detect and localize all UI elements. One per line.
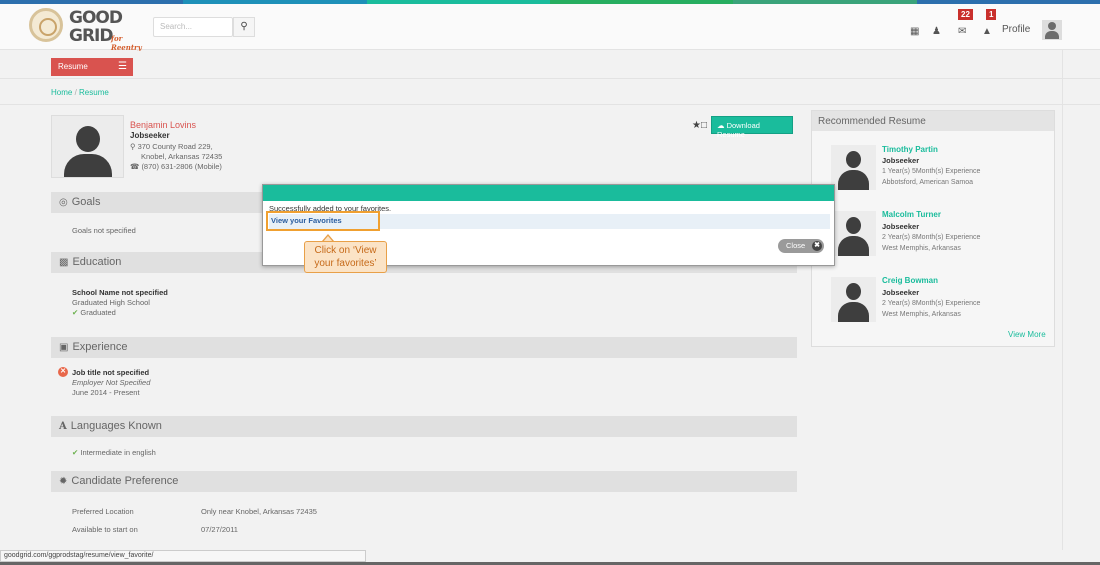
- recommended-experience: 2 Year(s) 8Month(s) Experience: [882, 234, 981, 241]
- preferred-location-value: Only near Knobel, Arkansas 72435: [201, 507, 317, 516]
- favorite-star-icon[interactable]: ★: [692, 120, 701, 131]
- logo-seal-icon: [29, 8, 63, 42]
- recommended-photo[interactable]: [831, 211, 876, 256]
- available-start-label: Available to start on: [72, 525, 138, 534]
- resume-menu-tab[interactable]: Resume ☰: [51, 58, 133, 76]
- check-icon: ✔: [72, 448, 79, 457]
- gear-icon: ✹: [59, 476, 68, 487]
- phone-number: (870) 631-2806 (Mobile): [141, 162, 222, 171]
- preference-title: Candidate Preference: [71, 475, 179, 487]
- view-more-link[interactable]: View More: [1008, 330, 1046, 339]
- groups-icon[interactable]: ♟: [932, 26, 941, 37]
- available-start-value: 07/27/2011: [201, 525, 238, 534]
- candidate-role: Jobseeker: [130, 131, 170, 140]
- phone-icon: ☎: [130, 162, 140, 171]
- recommended-title: Recommended Resume: [812, 111, 1054, 131]
- right-divider: [1062, 50, 1063, 550]
- recommended-name[interactable]: Malcolm Turner: [882, 210, 941, 219]
- breadcrumb-current[interactable]: Resume: [79, 88, 109, 97]
- close-icon: ✖: [812, 241, 822, 251]
- dialog-header: [263, 185, 834, 201]
- experience-details: Job title not specified Employer Not Spe…: [72, 368, 150, 398]
- recommended-role: Jobseeker: [882, 288, 920, 297]
- notifications-badge[interactable]: 1: [986, 9, 997, 20]
- download-resume-button[interactable]: ☁ Download Resume: [711, 116, 793, 139]
- briefcase-icon: ▣: [59, 342, 69, 353]
- language-item: ✔ Intermediate in english: [72, 448, 156, 458]
- recommended-photo[interactable]: [831, 277, 876, 322]
- job-title: Job title not specified: [72, 368, 150, 377]
- search-icon: ⚲: [240, 21, 248, 32]
- document-icon[interactable]: □: [701, 120, 707, 131]
- languages-title: Languages Known: [70, 420, 162, 432]
- tutorial-callout: Click on ‘View your favorites’: [304, 241, 387, 273]
- top-header: GOOD GRID for Reentry Search... ⚲ ▦ ♟ ✉ …: [0, 4, 1100, 52]
- experience-section-header: ▣ Experience: [51, 337, 797, 358]
- map-pin-icon: ⚲: [130, 142, 136, 151]
- education-details: School Name not specified Graduated High…: [72, 288, 168, 318]
- candidate-contact: ⚲ 370 County Road 229, Knobel, Arkansas …: [130, 142, 222, 172]
- recommended-photo[interactable]: [831, 145, 876, 190]
- search-button[interactable]: ⚲: [233, 17, 255, 37]
- profile-link[interactable]: Profile: [1002, 24, 1030, 35]
- recommended-role: Jobseeker: [882, 222, 920, 231]
- goodgrid-logo[interactable]: GOOD GRID for Reentry: [29, 8, 154, 52]
- employer: Employer Not Specified: [72, 378, 151, 387]
- recommended-experience: 1 Year(s) 5Month(s) Experience: [882, 168, 981, 175]
- search-input[interactable]: Search...: [153, 17, 233, 37]
- recommended-location: Abbotsford, American Samoa: [882, 179, 974, 186]
- status-bar-url: goodgrid.com/ggprodstag/resume/view_favo…: [0, 550, 366, 562]
- breadcrumb: Home / Resume: [51, 88, 109, 97]
- school-name: School Name not specified: [72, 288, 168, 297]
- logo-grid-text: GRID: [69, 26, 113, 46]
- goals-title: Goals: [71, 196, 101, 208]
- graduation-status: Graduated: [80, 308, 116, 317]
- check-icon: ✔: [72, 308, 79, 317]
- candidate-name[interactable]: Benjamin Lovins: [130, 120, 196, 130]
- experience-title: Experience: [72, 341, 128, 353]
- apps-grid-icon[interactable]: ▦: [910, 26, 919, 37]
- job-period: June 2014 - Present: [72, 388, 140, 397]
- breadcrumb-separator: /: [72, 88, 80, 97]
- notifications-bell-icon[interactable]: ▲: [982, 26, 992, 37]
- remove-circle-icon: ✕: [58, 367, 68, 377]
- content-divider: [0, 104, 1100, 105]
- tutorial-highlight-box: [266, 211, 380, 231]
- sub-navigation: Resume ☰: [0, 51, 1100, 79]
- book-icon: ▩: [59, 257, 69, 268]
- logo-good-text: GOOD: [69, 8, 123, 28]
- goals-text: Goals not specified: [72, 226, 136, 235]
- close-label: Close: [786, 241, 806, 250]
- degree: Graduated High School: [72, 298, 150, 307]
- recommended-resume-panel: Recommended Resume Timothy Partin Jobsee…: [811, 110, 1055, 347]
- cloud-download-icon: ☁: [717, 121, 725, 130]
- recommended-location: West Memphis, Arkansas: [882, 311, 961, 318]
- recommended-name[interactable]: Creig Bowman: [882, 276, 938, 285]
- hamburger-menu-icon: ☰: [118, 61, 127, 72]
- languages-section-header: A Languages Known: [51, 416, 797, 437]
- resume-tab-label: Resume: [58, 62, 88, 71]
- favorite-actions: ★□: [692, 120, 707, 131]
- messages-badge[interactable]: 22: [958, 9, 973, 20]
- address-line1: 370 County Road 229,: [137, 142, 213, 151]
- preferred-location-label: Preferred Location: [72, 507, 134, 516]
- recommended-experience: 2 Year(s) 8Month(s) Experience: [882, 300, 981, 307]
- close-button[interactable]: Close ✖: [778, 239, 824, 253]
- recommended-location: West Memphis, Arkansas: [882, 245, 961, 252]
- language-text: Intermediate in english: [80, 448, 156, 457]
- recommended-role: Jobseeker: [882, 156, 920, 165]
- breadcrumb-home[interactable]: Home: [51, 88, 72, 97]
- recommended-name[interactable]: Timothy Partin: [882, 145, 938, 154]
- preference-section-header: ✹ Candidate Preference: [51, 471, 797, 492]
- font-icon: A: [59, 421, 67, 432]
- profile-avatar[interactable]: [1042, 20, 1062, 40]
- logo-reentry-text: for Reentry: [111, 34, 142, 52]
- messages-icon[interactable]: ✉: [958, 26, 966, 37]
- goals-icon: ◎: [59, 197, 68, 208]
- address-line2: Knobel, Arkansas 72435: [141, 152, 223, 161]
- candidate-photo: [51, 115, 124, 178]
- education-title: Education: [72, 256, 122, 268]
